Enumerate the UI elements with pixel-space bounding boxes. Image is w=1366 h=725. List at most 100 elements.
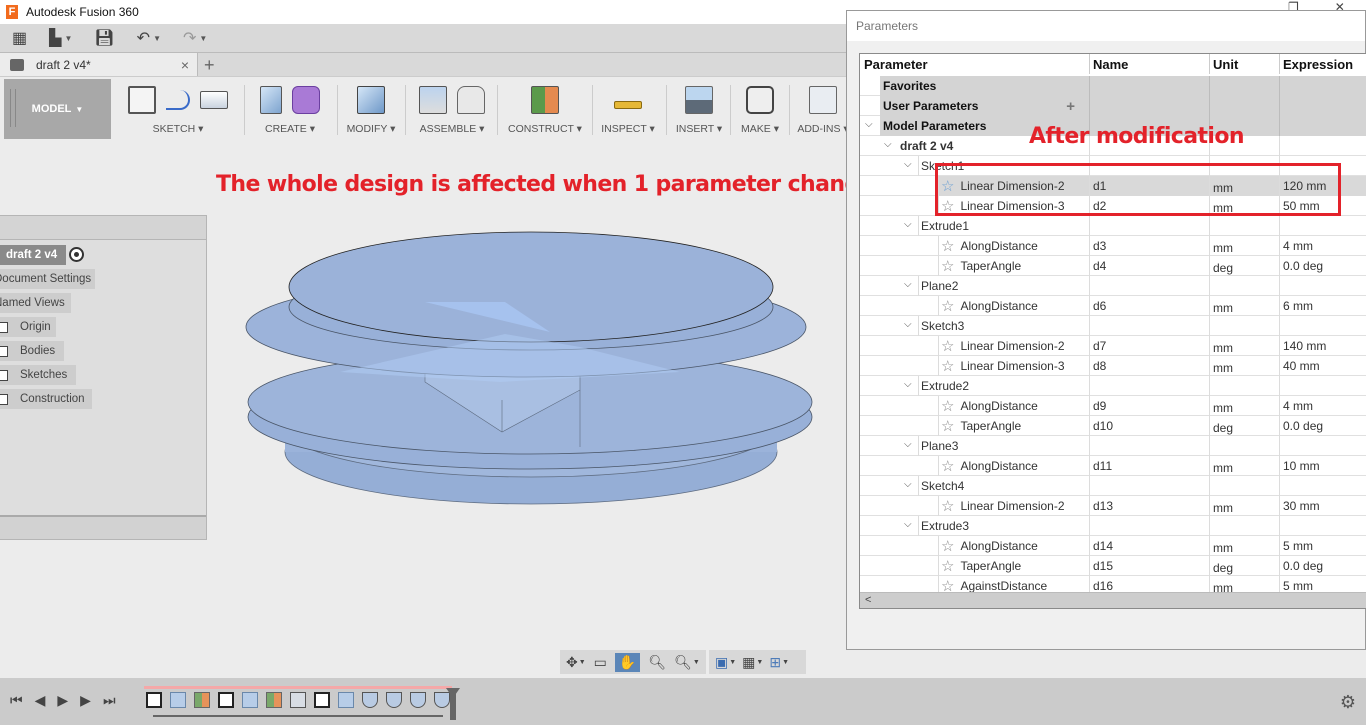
scripts-addins-icon[interactable] xyxy=(809,86,837,114)
modify-menu[interactable]: MODIFY ▾ xyxy=(340,123,402,135)
play-button[interactable]: ▶ xyxy=(57,692,68,709)
joint-icon[interactable] xyxy=(457,86,485,114)
parameter-row[interactable]: ☆ AlongDistance d6 mm 6 mm xyxy=(860,296,1366,316)
favorite-star-icon[interactable]: ☆ xyxy=(941,457,954,475)
favorite-star-icon[interactable]: ☆ xyxy=(941,417,954,435)
form-icon[interactable] xyxy=(292,86,320,114)
parameter-row[interactable]: ☆ TaperAngle d4 deg 0.0 deg xyxy=(860,256,1366,276)
grid-settings-button[interactable]: ▦ ▼ xyxy=(742,654,763,671)
timeline-extrude-icon[interactable] xyxy=(242,692,258,708)
timeline-extrude-icon[interactable] xyxy=(338,692,354,708)
construct-menu[interactable]: CONSTRUCT ▾ xyxy=(505,123,585,135)
feature-row[interactable]: ⌵ Plane3 xyxy=(860,436,1366,456)
step-back-button[interactable]: ◀ xyxy=(35,692,46,709)
visibility-checkbox[interactable] xyxy=(0,393,8,405)
browser-item-origin[interactable]: Origin xyxy=(0,317,56,337)
document-tab[interactable]: draft 2 v4* × xyxy=(0,53,198,77)
gear-icon[interactable]: ⚙ xyxy=(1340,692,1356,713)
timeline-sketch-icon[interactable] xyxy=(218,692,234,708)
file-menu-button[interactable]: ▙ ▼ xyxy=(49,28,72,48)
favorite-star-icon[interactable]: ☆ xyxy=(941,357,954,375)
favorite-star-icon[interactable]: ☆ xyxy=(941,257,954,275)
chevron-down-icon[interactable]: ⌵ xyxy=(904,439,912,450)
column-header-name[interactable]: Name xyxy=(1090,54,1210,74)
favorite-star-icon[interactable]: ☆ xyxy=(941,297,954,315)
favorite-star-icon[interactable]: ☆ xyxy=(941,537,954,555)
display-settings-button[interactable]: ▣ ▼ xyxy=(715,654,736,671)
extrude-icon[interactable] xyxy=(260,86,282,114)
add-user-parameter-button[interactable]: + xyxy=(1066,98,1075,115)
timeline-hole-icon[interactable] xyxy=(362,692,378,708)
feature-row[interactable]: ⌵ Sketch3 xyxy=(860,316,1366,336)
insert-image-icon[interactable] xyxy=(685,86,713,114)
visibility-checkbox[interactable] xyxy=(0,345,8,357)
favorites-row[interactable]: Favorites xyxy=(860,76,1366,96)
zoom-button[interactable]: 🔍︎ xyxy=(648,654,666,671)
save-button[interactable]: 💾︎ xyxy=(94,28,114,48)
chevron-down-icon[interactable]: ⌵ xyxy=(904,479,912,490)
parameter-row[interactable]: ☆ AlongDistance d9 mm 4 mm xyxy=(860,396,1366,416)
data-panel-button[interactable]: ▦ xyxy=(12,28,27,48)
chevron-down-icon[interactable]: ⌵ xyxy=(904,219,912,230)
chevron-down-icon[interactable]: ⌵ xyxy=(904,319,912,330)
browser-item-document-settings[interactable]: Document Settings xyxy=(0,269,95,289)
viewports-button[interactable]: ⊞ ▼ xyxy=(769,654,789,671)
browser-item-named-views[interactable]: Named Views xyxy=(0,293,71,313)
parameter-expression[interactable]: 6 mm xyxy=(1280,296,1366,316)
parameter-expression[interactable]: 0.0 deg xyxy=(1280,416,1366,436)
timeline-plane-icon[interactable] xyxy=(194,692,210,708)
go-to-start-button[interactable]: ⏮ xyxy=(10,692,23,709)
timeline-sketch-icon[interactable] xyxy=(314,692,330,708)
feature-row[interactable]: ⌵ Extrude3 xyxy=(860,516,1366,536)
create-sketch-icon[interactable] xyxy=(128,86,156,114)
pan-button[interactable]: ✋ xyxy=(614,652,641,672)
fit-button[interactable]: 🔍︎ ▼ xyxy=(674,654,700,671)
close-tab-icon[interactable]: × xyxy=(181,57,189,73)
timeline-sketch-icon[interactable] xyxy=(146,692,162,708)
browser-root-item[interactable]: draft 2 v4 xyxy=(0,245,66,265)
parameter-expression[interactable]: 10 mm xyxy=(1280,456,1366,476)
horizontal-scrollbar[interactable]: < xyxy=(860,592,1366,608)
feature-row[interactable]: ⌵ Plane2 xyxy=(860,276,1366,296)
new-component-icon[interactable] xyxy=(419,86,447,114)
chevron-down-icon[interactable]: ⌵ xyxy=(904,379,912,390)
favorite-star-icon[interactable]: ☆ xyxy=(941,237,954,255)
undo-button[interactable]: ↶ ▼ xyxy=(137,28,161,48)
browser-item-bodies[interactable]: Bodies xyxy=(0,341,64,361)
timeline-hole-icon[interactable] xyxy=(410,692,426,708)
parameter-row[interactable]: ☆ AlongDistance d3 mm 4 mm xyxy=(860,236,1366,256)
create-menu[interactable]: CREATE ▾ xyxy=(250,123,330,135)
chevron-down-icon[interactable]: ⌵ xyxy=(904,519,912,530)
3d-print-icon[interactable] xyxy=(746,86,774,114)
column-header-unit[interactable]: Unit xyxy=(1210,54,1280,74)
feature-row[interactable]: ⌵ Sketch4 xyxy=(860,476,1366,496)
favorite-star-icon[interactable]: ☆ xyxy=(941,337,954,355)
orbit-button[interactable]: ✥ ▼ xyxy=(566,654,586,671)
parameter-expression[interactable]: 140 mm xyxy=(1280,336,1366,356)
line-arc-icon[interactable] xyxy=(166,90,190,110)
insert-menu[interactable]: INSERT ▾ xyxy=(672,123,726,135)
column-header-parameter[interactable]: Parameter xyxy=(860,54,1090,74)
parameter-row[interactable]: ☆ Linear Dimension-2 d7 mm 140 mm xyxy=(860,336,1366,356)
user-parameters-row[interactable]: User Parameters + xyxy=(860,96,1366,116)
parameter-row[interactable]: ☆ TaperAngle d15 deg 0.0 deg xyxy=(860,556,1366,576)
parameter-row[interactable]: ☆ Linear Dimension-2 d13 mm 30 mm xyxy=(860,496,1366,516)
make-menu[interactable]: MAKE ▾ xyxy=(736,123,784,135)
workspace-switcher[interactable]: MODEL ▼ xyxy=(4,79,111,139)
feature-row[interactable]: ⌵ Extrude1 xyxy=(860,216,1366,236)
parameter-row[interactable]: ☆ TaperAngle d10 deg 0.0 deg xyxy=(860,416,1366,436)
parameter-row[interactable]: ☆ AlongDistance d11 mm 10 mm xyxy=(860,456,1366,476)
add-ins-menu[interactable]: ADD-INS ▾ xyxy=(796,123,850,135)
new-tab-button[interactable]: + xyxy=(204,53,215,77)
favorite-star-icon[interactable]: ☆ xyxy=(941,557,954,575)
redo-button[interactable]: ↷ ▼ xyxy=(183,28,207,48)
offset-plane-icon[interactable] xyxy=(531,86,559,114)
timeline-extrude-icon[interactable] xyxy=(170,692,186,708)
favorite-star-icon[interactable]: ☆ xyxy=(941,397,954,415)
parameter-expression[interactable]: 5 mm xyxy=(1280,536,1366,556)
parameter-expression[interactable]: 0.0 deg xyxy=(1280,556,1366,576)
visibility-checkbox[interactable] xyxy=(0,369,8,381)
parameter-expression[interactable]: 30 mm xyxy=(1280,496,1366,516)
parameter-row[interactable]: ☆ Linear Dimension-3 d8 mm 40 mm xyxy=(860,356,1366,376)
browser-item-construction[interactable]: Construction xyxy=(0,389,92,409)
